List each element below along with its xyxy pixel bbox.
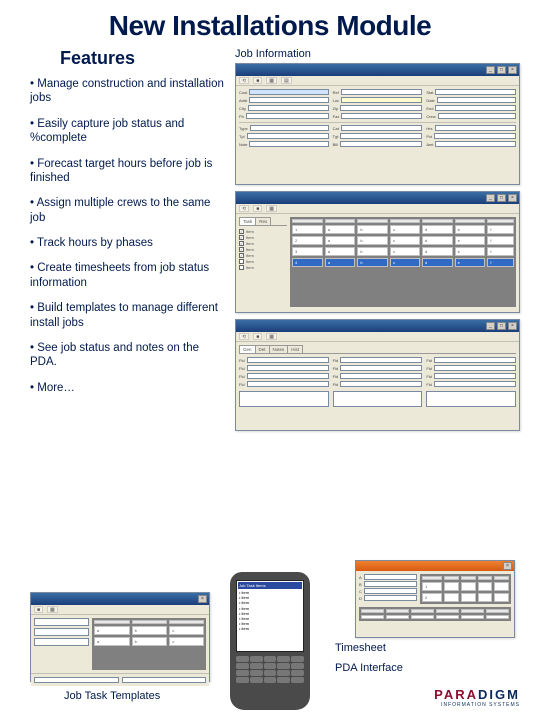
templates-label: Job Task Templates (64, 690, 160, 702)
toolbar: ⟲■▦ (236, 332, 519, 342)
pda-header: Job Task Items (238, 582, 302, 589)
logo-text-a: PARA (434, 687, 478, 702)
logo-tagline: INFORMATION SYSTEMS (434, 702, 520, 708)
close-icon: × (198, 595, 207, 603)
pda-device: Job Task Items • item• item• item• item … (230, 572, 310, 710)
features-heading: Features (30, 48, 225, 77)
logo: PARADIGM INFORMATION SYSTEMS (434, 687, 520, 708)
maximize-icon: □ (497, 194, 506, 202)
timesheet-label: Timesheet (335, 642, 386, 654)
feature-item: Track hours by phases (30, 236, 225, 250)
titlebar: × (356, 561, 514, 571)
feature-item: Create timesheets from job status inform… (30, 261, 225, 290)
close-icon: × (508, 322, 517, 330)
details-window: _ □ × ⟲■▦ GenDetNotesHist Fld Fld Fld Fl… (235, 319, 520, 431)
titlebar: × (31, 593, 209, 605)
features-list: Manage construction and installation job… (30, 77, 225, 395)
templates-window: × ■▦ abc abc (30, 592, 210, 682)
feature-item: See job status and notes on the PDA. (30, 341, 225, 370)
minimize-icon: _ (486, 194, 495, 202)
feature-item: Easily capture job status and %complete (30, 117, 225, 146)
timesheet-window: × A B C D 1 2 (355, 560, 515, 638)
minimize-icon: _ (486, 322, 495, 330)
task-grid-window: _ □ × ⟲■▦ TaskRes ✓Item ✓Item ✓Item ✓Ite… (235, 191, 520, 313)
feature-item: Manage construction and installation job… (30, 77, 225, 106)
titlebar: _ □ × (236, 64, 519, 76)
toolbar: ⟲ ■ ▦ ▤ (236, 76, 519, 86)
slide-title: New Installations Module (0, 0, 540, 48)
feature-item: Forecast target hours before job is fini… (30, 157, 225, 186)
feature-item: Build templates to manage different inst… (30, 301, 225, 330)
feature-item: More… (30, 381, 225, 395)
pda-interface-label: PDA Interface (335, 662, 403, 674)
data-grid: 1abcdef 2abcdef 3abcdef 4abcdef (290, 217, 516, 269)
toolbar-item: ▦ (266, 77, 277, 84)
maximize-icon: □ (497, 322, 506, 330)
toolbar-item: ⟲ (239, 77, 249, 84)
toolbar-item: ▤ (281, 77, 292, 84)
minimize-icon: _ (486, 66, 495, 74)
titlebar: _ □ × (236, 320, 519, 332)
toolbar: ⟲■▦ (236, 204, 519, 214)
job-info-label: Job Information (235, 48, 520, 61)
close-icon: × (508, 66, 517, 74)
pda-screen: Job Task Items • item• item• item• item … (236, 580, 304, 652)
logo-text-b: DIGM (478, 687, 520, 702)
feature-item: Assign multiple crews to the same job (30, 196, 225, 225)
maximize-icon: □ (497, 66, 506, 74)
pda-keypad (236, 656, 304, 690)
close-icon: × (503, 562, 512, 570)
toolbar-item: ■ (253, 77, 262, 84)
close-icon: × (508, 194, 517, 202)
titlebar: _ □ × (236, 192, 519, 204)
job-info-window: _ □ × ⟲ ■ ▦ ▤ Cust Ref Stat Addr Loc Dat… (235, 63, 520, 185)
